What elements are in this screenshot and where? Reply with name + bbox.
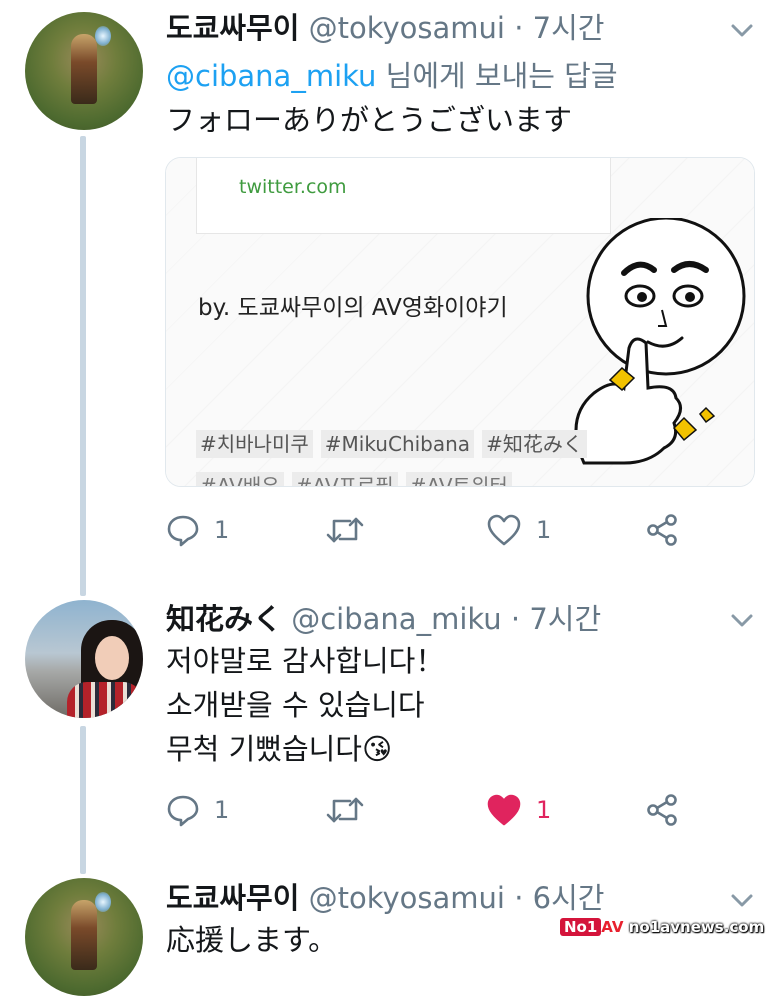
reply-count: 1 [214, 796, 230, 824]
avatar-figure [71, 900, 97, 970]
avatar-sweater [67, 682, 143, 718]
tweet-text-line: 무척 기뻤습니다 [166, 732, 362, 766]
reply-icon [167, 795, 199, 827]
share-button[interactable] [645, 510, 679, 550]
tweet-text-line: 저야말로 감사합니다！ [166, 644, 445, 678]
card-url: twitter.com [239, 176, 347, 198]
chevron-down-icon[interactable] [728, 606, 756, 634]
tweet-text-line-with-emoji: 무척 기뻤습니다😘 [166, 729, 392, 769]
retweet-button[interactable] [326, 790, 378, 830]
share-button[interactable] [645, 790, 679, 830]
hashtag-row: #치바나미쿠 #MikuChibana #知花みく [196, 428, 595, 458]
tweet-header: 知花みく @cibana_miku · 7시간 [166, 599, 601, 639]
hashtag: #AV배우 [196, 472, 284, 486]
avatar-glow [95, 26, 111, 46]
like-button[interactable]: 1 [486, 790, 551, 830]
avatar[interactable] [25, 12, 143, 130]
chevron-down-icon[interactable] [728, 16, 756, 44]
display-name[interactable]: 도쿄싸무이 [166, 881, 299, 915]
avatar[interactable] [25, 878, 143, 996]
card-title: by. 도쿄싸무이의 AV영화이야기 [198, 295, 508, 321]
timestamp[interactable]: 6시간 [533, 881, 605, 915]
hashtag-row-clipped: #AV배우 #AV프로필 #AV트위터 [196, 470, 520, 486]
hashtag: #치바나미쿠 [196, 430, 313, 458]
reply-icon [167, 515, 199, 547]
tweet-text: 応援します。 [166, 923, 338, 957]
watermark-badge: No1 [560, 918, 602, 936]
tweet-header: 도쿄싸무이 @tokyosamui · 7시간 [166, 8, 604, 48]
site-watermark: No1 AV no1avnews.com [560, 918, 764, 936]
display-name[interactable]: 知花みく [166, 602, 282, 636]
display-name[interactable]: 도쿄싸무이 [166, 11, 299, 45]
card-url-box: twitter.com [196, 158, 611, 234]
heart-icon [487, 794, 521, 826]
avatar-figure [71, 34, 97, 104]
reply-context: @cibana_miku 님에게 보내는 답글 [166, 56, 618, 96]
like-button[interactable]: 1 [486, 510, 551, 550]
avatar[interactable] [25, 600, 143, 718]
separator-dot: · [514, 11, 524, 45]
user-handle[interactable]: @cibana_miku [291, 602, 501, 636]
tweet-actions: 1 1 [0, 790, 773, 830]
separator-dot: · [514, 881, 524, 915]
tweet-header: 도쿄싸무이 @tokyosamui · 6시간 [166, 878, 604, 918]
reply-button[interactable]: 1 [166, 510, 229, 550]
avatar-face [95, 636, 129, 680]
share-icon [647, 794, 677, 826]
separator-dot: · [510, 602, 521, 636]
watermark-site: no1avnews.com [628, 918, 765, 936]
like-count: 1 [536, 516, 552, 544]
tweet-text: フォローありがとうございます [166, 103, 573, 137]
user-handle[interactable]: @tokyosamui [309, 881, 505, 915]
chevron-down-icon[interactable] [728, 886, 756, 914]
watermark-av: AV [601, 918, 624, 936]
reply-to-suffix: 님에게 보내는 답글 [376, 59, 618, 93]
heart-icon [487, 514, 521, 546]
retweet-icon [326, 517, 364, 543]
reply-count: 1 [214, 516, 230, 544]
hashtag: #AV트위터 [405, 472, 512, 486]
retweet-button[interactable] [326, 510, 378, 550]
link-card[interactable]: twitter.com by. 도쿄싸무이의 AV영화이야기 #치바나미쿠 #Mi… [165, 157, 755, 487]
hashtag: #知花みく [482, 430, 587, 458]
user-handle[interactable]: @tokyosamui [309, 11, 505, 45]
reply-button[interactable]: 1 [166, 790, 229, 830]
like-count: 1 [536, 796, 552, 824]
tweet-text-line: 소개받을 수 있습니다 [166, 688, 425, 722]
timestamp[interactable]: 7시간 [529, 602, 601, 636]
hashtag: #AV프로필 [291, 472, 398, 486]
reply-mention-link[interactable]: @cibana_miku [166, 59, 376, 93]
kiss-emoji: 😘 [361, 732, 393, 766]
avatar-glow [95, 892, 111, 912]
tweet-actions: 1 1 [0, 510, 773, 550]
share-icon [647, 514, 677, 546]
retweet-icon [326, 797, 364, 823]
timestamp[interactable]: 7시간 [533, 11, 605, 45]
hashtag: #MikuChibana [320, 430, 475, 458]
